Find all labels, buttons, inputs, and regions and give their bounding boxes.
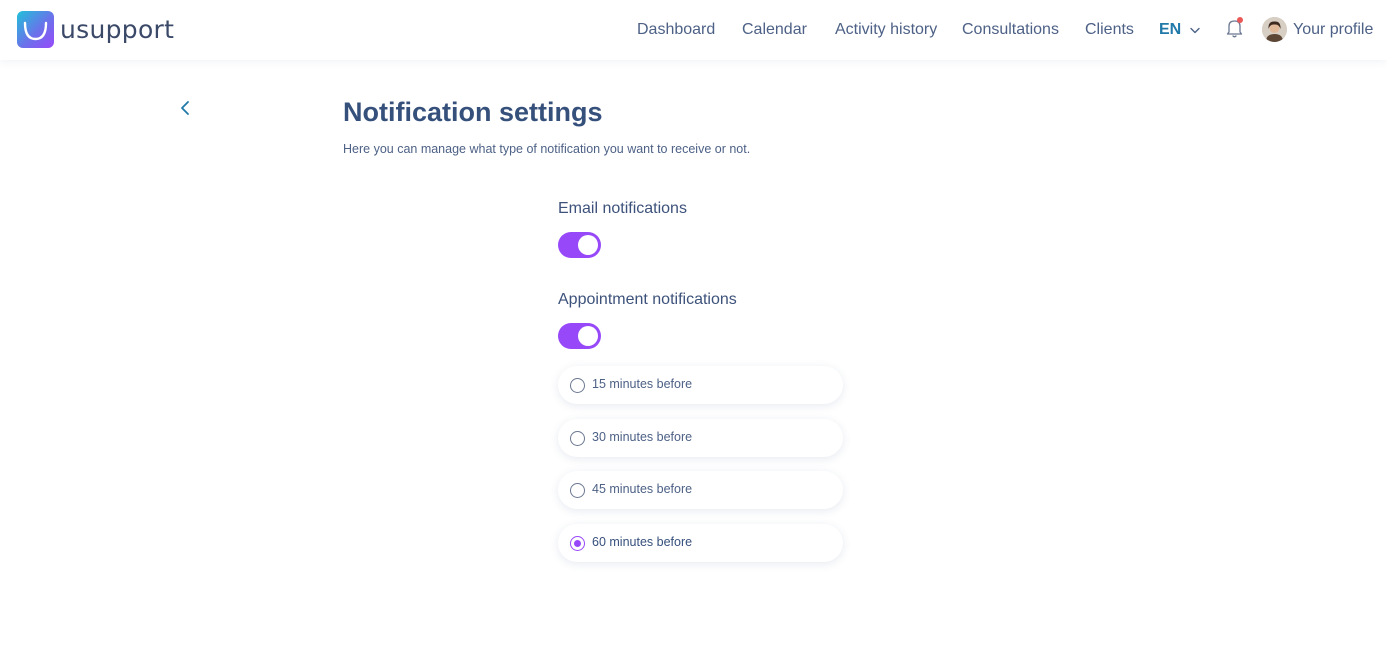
toggle-knob bbox=[578, 235, 598, 255]
reminder-option-label: 60 minutes before bbox=[592, 535, 693, 549]
brand-name: usupport bbox=[60, 15, 175, 44]
page-subtitle: Here you can manage what type of notific… bbox=[343, 142, 751, 156]
brand-logo[interactable]: usupport bbox=[17, 11, 174, 48]
reminder-option-60[interactable]: 60 minutes before bbox=[558, 524, 843, 562]
nav-consultations[interactable]: Consultations bbox=[962, 19, 1059, 41]
logo-icon bbox=[17, 11, 54, 48]
back-chevron-icon bbox=[178, 101, 192, 121]
reminder-option-label: 30 minutes before bbox=[592, 430, 693, 444]
reminder-option-label: 45 minutes before bbox=[592, 482, 693, 496]
toggle-knob bbox=[578, 326, 598, 346]
nav-calendar[interactable]: Calendar bbox=[742, 19, 807, 41]
profile-label: Your profile bbox=[1293, 20, 1374, 38]
reminder-option-label: 15 minutes before bbox=[592, 377, 693, 391]
language-selector[interactable]: EN bbox=[1159, 19, 1200, 41]
notification-dot bbox=[1237, 17, 1243, 23]
email-notifications-label: Email notifications bbox=[558, 200, 687, 217]
reminder-option-30[interactable]: 30 minutes before bbox=[558, 419, 843, 457]
nav-clients[interactable]: Clients bbox=[1085, 19, 1134, 41]
profile-menu[interactable]: Your profile bbox=[1262, 17, 1373, 42]
appointment-notifications-label: Appointment notifications bbox=[558, 291, 737, 308]
radio-icon bbox=[570, 536, 585, 551]
language-code: EN bbox=[1159, 21, 1182, 38]
radio-icon bbox=[570, 483, 585, 498]
nav-dashboard[interactable]: Dashboard bbox=[637, 19, 715, 41]
reminder-option-45[interactable]: 45 minutes before bbox=[558, 471, 843, 509]
chevron-down-icon bbox=[1190, 19, 1200, 41]
bell-icon bbox=[1226, 17, 1244, 43]
email-notifications-toggle[interactable] bbox=[558, 232, 601, 258]
page-title: Notification settings bbox=[343, 97, 603, 127]
notifications-button[interactable] bbox=[1226, 17, 1244, 44]
reminder-option-15[interactable]: 15 minutes before bbox=[558, 366, 843, 404]
nav-activity-history[interactable]: Activity history bbox=[835, 19, 937, 41]
radio-icon bbox=[570, 378, 585, 393]
top-navbar: usupport Dashboard Calendar Activity his… bbox=[0, 0, 1387, 60]
avatar bbox=[1262, 17, 1287, 42]
radio-icon bbox=[570, 431, 585, 446]
back-button[interactable] bbox=[178, 99, 192, 122]
appointment-notifications-toggle[interactable] bbox=[558, 323, 601, 349]
